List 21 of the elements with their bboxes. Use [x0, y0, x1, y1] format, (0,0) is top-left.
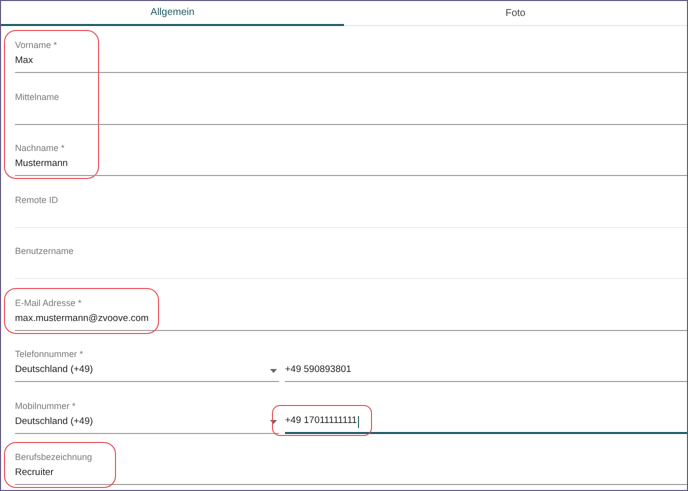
- phone-input[interactable]: +49 590893801: [285, 360, 687, 382]
- caret-icon: [270, 420, 277, 424]
- field-label: Mobilnummer *: [15, 400, 76, 412]
- field-label: Nachname *: [15, 142, 65, 154]
- input-field[interactable]: Mustermann: [15, 154, 687, 176]
- field-label: Telefonnummer *: [15, 348, 84, 360]
- field-label: E-Mail Adresse *: [15, 296, 82, 308]
- tab[interactable]: Foto: [344, 1, 687, 25]
- field-label: Berufsbezeichnung: [15, 451, 92, 463]
- country-select[interactable]: Deutschland (+49): [15, 412, 279, 434]
- caret-icon: [270, 368, 277, 372]
- field-label: Vorname *: [15, 39, 58, 51]
- field-label: Benutzername: [15, 245, 74, 257]
- tab[interactable]: Allgemein: [1, 1, 344, 26]
- field-label: Mittelname: [15, 90, 60, 102]
- field-label: Remote ID: [15, 194, 58, 206]
- phone-input[interactable]: +49 17011111111: [285, 412, 687, 434]
- input-field[interactable]: max.mustermann@zvoove.com: [15, 308, 687, 330]
- country-select[interactable]: Deutschland (+49): [15, 360, 279, 382]
- input-field[interactable]: Max: [15, 51, 687, 73]
- input-field[interactable]: Recruiter: [15, 463, 687, 485]
